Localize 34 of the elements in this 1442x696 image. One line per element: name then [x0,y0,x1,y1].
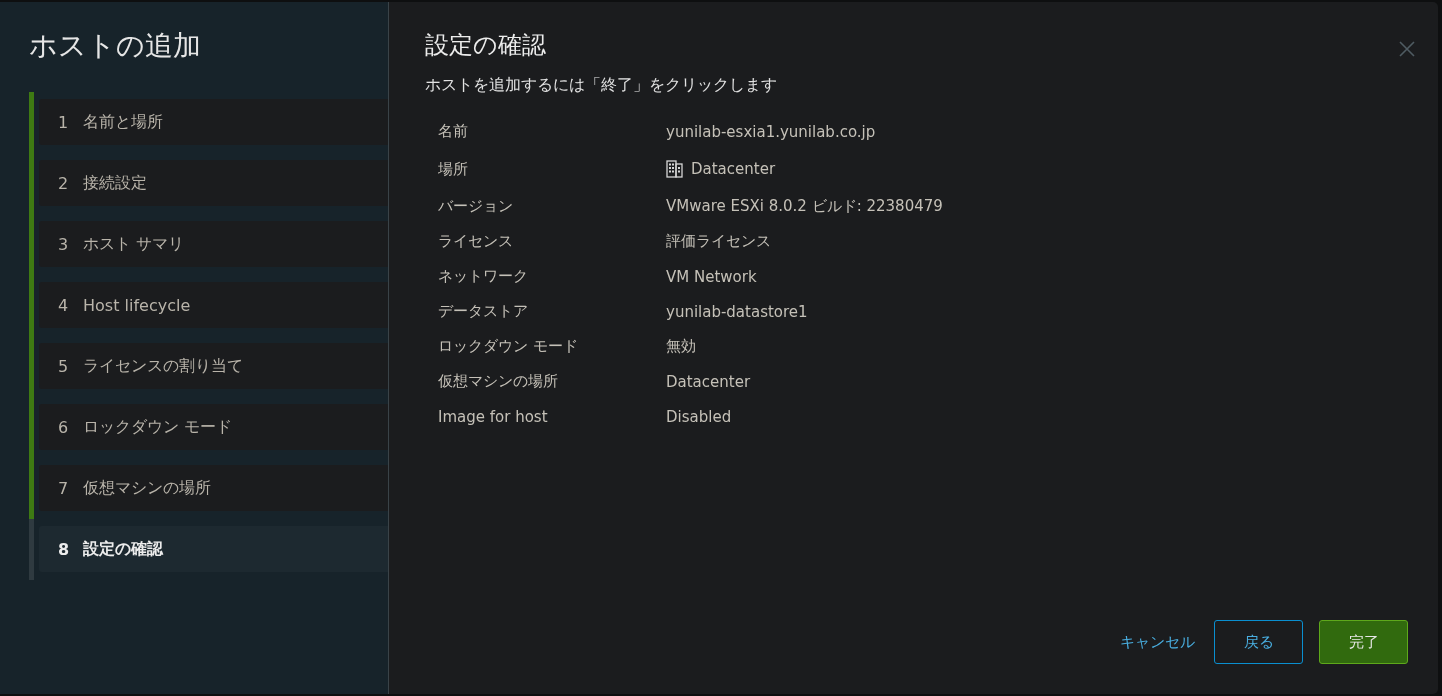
step-item[interactable]: 6 ロックダウン モード [39,404,388,450]
field-value: VM Network [666,267,757,286]
field-value: yunilab-datastore1 [666,302,808,321]
field-value: Disabled [666,407,732,426]
step-item[interactable]: 3 ホスト サマリ [39,221,388,267]
field-label: Image for host [438,407,549,426]
datacenter-building-icon [666,160,683,178]
field-label: ロックダウン モード [438,337,579,356]
step-item[interactable]: 1 名前と場所 [39,99,388,145]
field-label: 名前 [438,122,469,141]
field-value: 評価ライセンス [666,232,771,251]
field-label: ライセンス [438,232,514,251]
step-item[interactable]: 4 Host lifecycle [39,282,388,328]
field-label: 仮想マシンの場所 [438,372,559,391]
step-item[interactable]: 8 設定の確認 [39,526,388,572]
close-icon[interactable] [1399,41,1415,57]
back-button[interactable]: 戻る [1214,620,1303,664]
field-value: VMware ESXi 8.0.2 ビルド: 22380479 [666,197,943,216]
step-item[interactable]: 7 仮想マシンの場所 [39,465,388,511]
field-label: 場所 [438,159,469,179]
field-value: 無効 [666,337,696,356]
dialog-title: ホストの追加 [29,28,202,64]
page-title: 設定の確認 [425,30,546,60]
cancel-button[interactable]: キャンセル [1116,620,1199,664]
finish-button[interactable]: 完了 [1319,620,1408,664]
field-value: yunilab-esxia1.yunilab.co.jp [666,122,876,141]
step-item[interactable]: 5 ライセンスの割り当て [39,343,388,389]
field-label: バージョン [438,197,514,216]
step-item[interactable]: 2 接続設定 [39,160,388,206]
instruction-text: ホストを追加するには「終了」をクリックします [425,74,778,96]
field-value: Datacenter [666,372,751,391]
field-label: データストア [438,302,529,321]
field-value: Datacenter [691,160,776,178]
field-label: ネットワーク [438,267,529,286]
